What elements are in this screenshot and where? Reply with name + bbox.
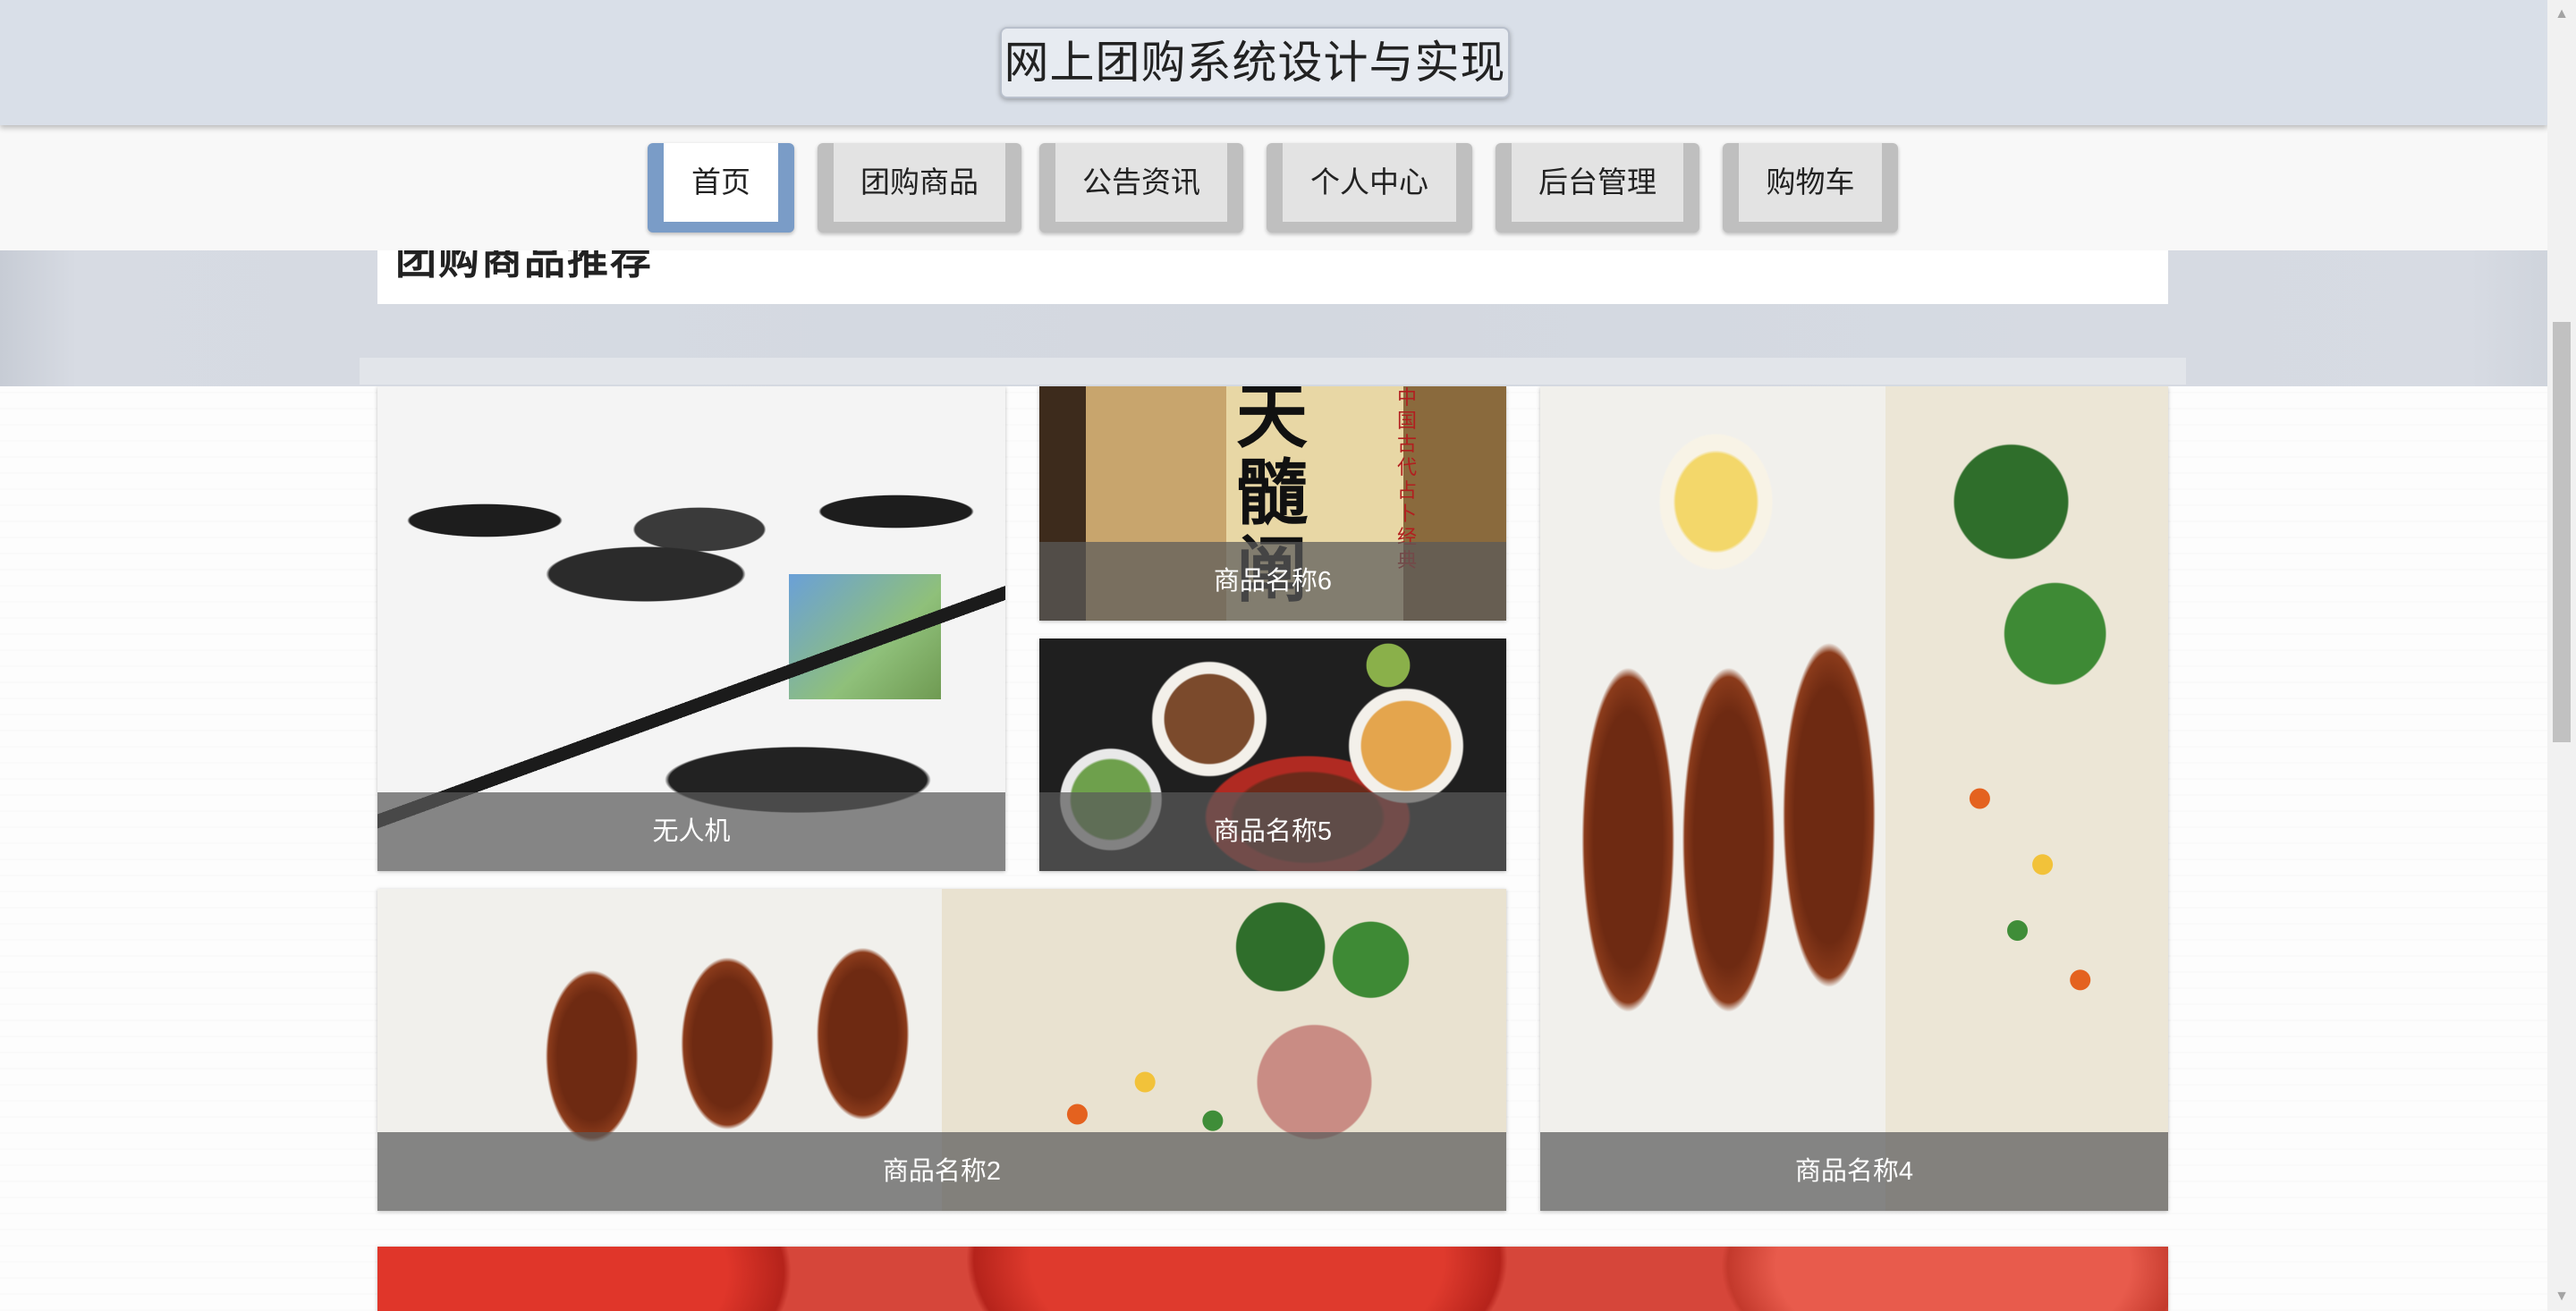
nav-personal-center[interactable]: 个人中心: [1267, 143, 1472, 233]
bento-image: [1540, 386, 2168, 1211]
nav-announcements[interactable]: 公告资讯: [1039, 143, 1243, 233]
nav-home[interactable]: 首页: [648, 143, 794, 233]
product-card-4[interactable]: 商品名称4: [1540, 386, 2168, 1211]
page: 网上团购系统设计与实现 首页 团购商品 公告资讯 个人中心 后台管理 购物车 团…: [0, 0, 2576, 1311]
product-card-2[interactable]: 商品名称2: [377, 889, 1506, 1211]
vertical-scrollbar[interactable]: ▲ ▼: [2547, 0, 2576, 1311]
main-nav: 首页 团购商品 公告资讯 个人中心 后台管理 购物车: [0, 125, 2547, 250]
product-card-5[interactable]: 商品名称5: [1039, 639, 1506, 871]
header-bar: 网上团购系统设计与实现: [0, 0, 2547, 125]
nav-cart[interactable]: 购物车: [1723, 143, 1898, 233]
scroll-down-arrow-icon[interactable]: ▼: [2547, 1282, 2576, 1311]
scroll-thumb[interactable]: [2553, 322, 2571, 742]
nav-cart-label: 购物车: [1739, 143, 1882, 222]
product-caption: 商品名称6: [1039, 542, 1506, 621]
nav-personal-center-label: 个人中心: [1283, 143, 1456, 222]
section-header: 团购商品推荐: [377, 250, 2168, 304]
product-caption: 商品名称2: [377, 1132, 1506, 1211]
section-divider: [360, 358, 2186, 385]
site-title: 网上团购系统设计与实现: [1000, 27, 1510, 98]
product-card-6[interactable]: 天髓阐 中国古代占卜经典 商品名称6: [1039, 386, 1506, 621]
tomato-image: [377, 1247, 2168, 1311]
product-card-tomato[interactable]: [377, 1247, 2168, 1311]
nav-group-products-label: 团购商品: [834, 143, 1005, 222]
nav-home-label: 首页: [664, 143, 778, 222]
product-card-drone[interactable]: 无人机: [377, 386, 1005, 871]
product-caption: 无人机: [377, 792, 1005, 871]
nav-admin-label: 后台管理: [1512, 143, 1683, 222]
product-caption: 商品名称4: [1540, 1132, 2168, 1211]
nav-announcements-label: 公告资讯: [1055, 143, 1227, 222]
product-caption: 商品名称5: [1039, 792, 1506, 871]
nav-admin[interactable]: 后台管理: [1496, 143, 1699, 233]
nav-group-products[interactable]: 团购商品: [818, 143, 1021, 233]
section-heading: 团购商品推荐: [395, 250, 653, 283]
scroll-up-arrow-icon[interactable]: ▲: [2547, 0, 2576, 29]
